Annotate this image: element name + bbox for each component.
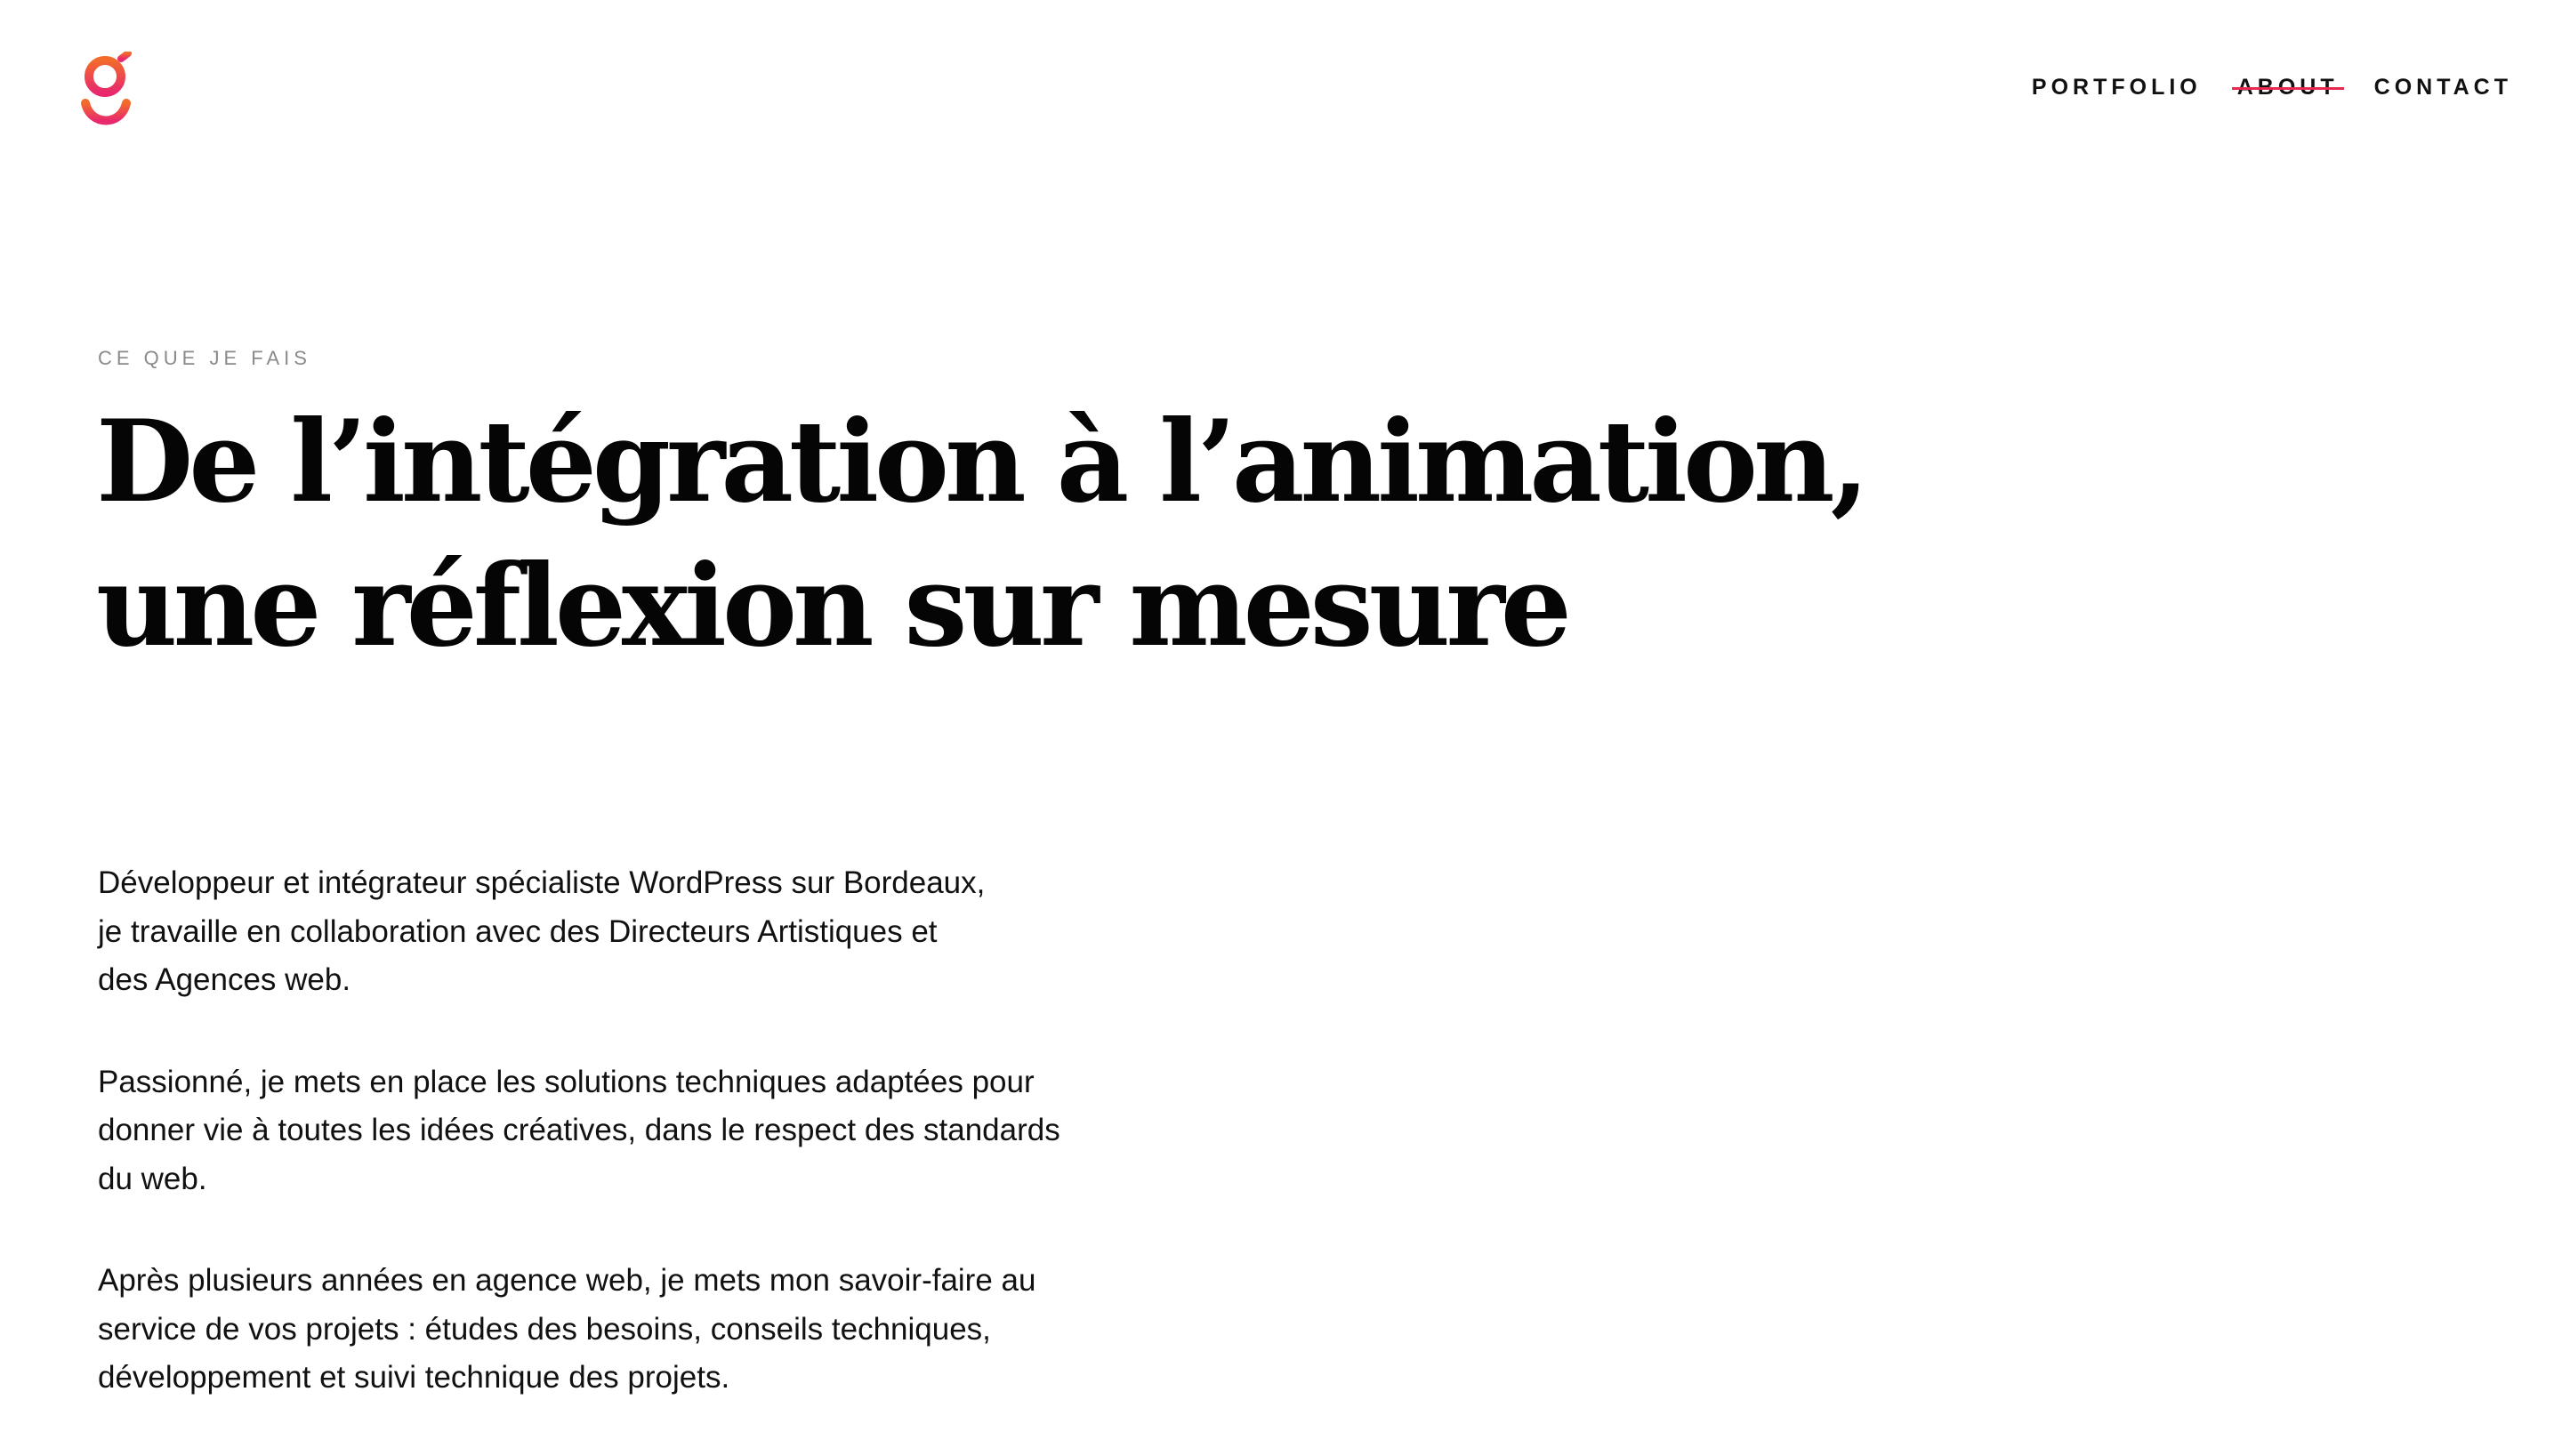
section-eyebrow: CE QUE JE FAIS	[98, 347, 311, 369]
paragraph-line: donner vie à toutes les idées créatives,…	[98, 1113, 1060, 1147]
paragraph-line: Passionné, je mets en place les solution…	[98, 1064, 1035, 1099]
paragraph-line: développement et suivi technique des pro…	[98, 1360, 730, 1395]
paragraph-line: je travaille en collaboration avec des D…	[98, 913, 938, 949]
paragraph-line: service de vos projets : études des beso…	[98, 1311, 991, 1347]
nav-link-about[interactable]: ABOUT	[2237, 75, 2339, 101]
logo-svg	[81, 50, 132, 125]
page-title-line: une réflexion sur mesure	[96, 540, 1572, 672]
about-paragraph: Développeur et intégrateur spécialiste W…	[98, 859, 1148, 1005]
page-title: De l’intégration à l’animation, une réfl…	[96, 390, 1875, 678]
paragraph-line: Développeur et intégrateur spécialiste W…	[98, 865, 986, 900]
paragraph-line: des Agences web.	[98, 962, 351, 997]
paragraph-line: du web.	[98, 1161, 207, 1196]
g-letter-logo-icon[interactable]	[78, 50, 135, 126]
page-title-line: De l’intégration à l’animation,	[96, 396, 1869, 527]
about-paragraph: Passionné, je mets en place les solution…	[98, 1058, 1148, 1204]
about-content: Développeur et intégrateur spécialiste W…	[98, 859, 1148, 1456]
paragraph-line: Après plusieurs années en agence web, je…	[98, 1263, 1036, 1298]
nav-link-contact[interactable]: CONTACT	[2374, 75, 2512, 101]
main-nav: PORTFOLIO ABOUT CONTACT	[2032, 75, 2512, 101]
nav-link-portfolio[interactable]: PORTFOLIO	[2032, 75, 2202, 101]
about-paragraph: Après plusieurs années en agence web, je…	[98, 1257, 1148, 1403]
